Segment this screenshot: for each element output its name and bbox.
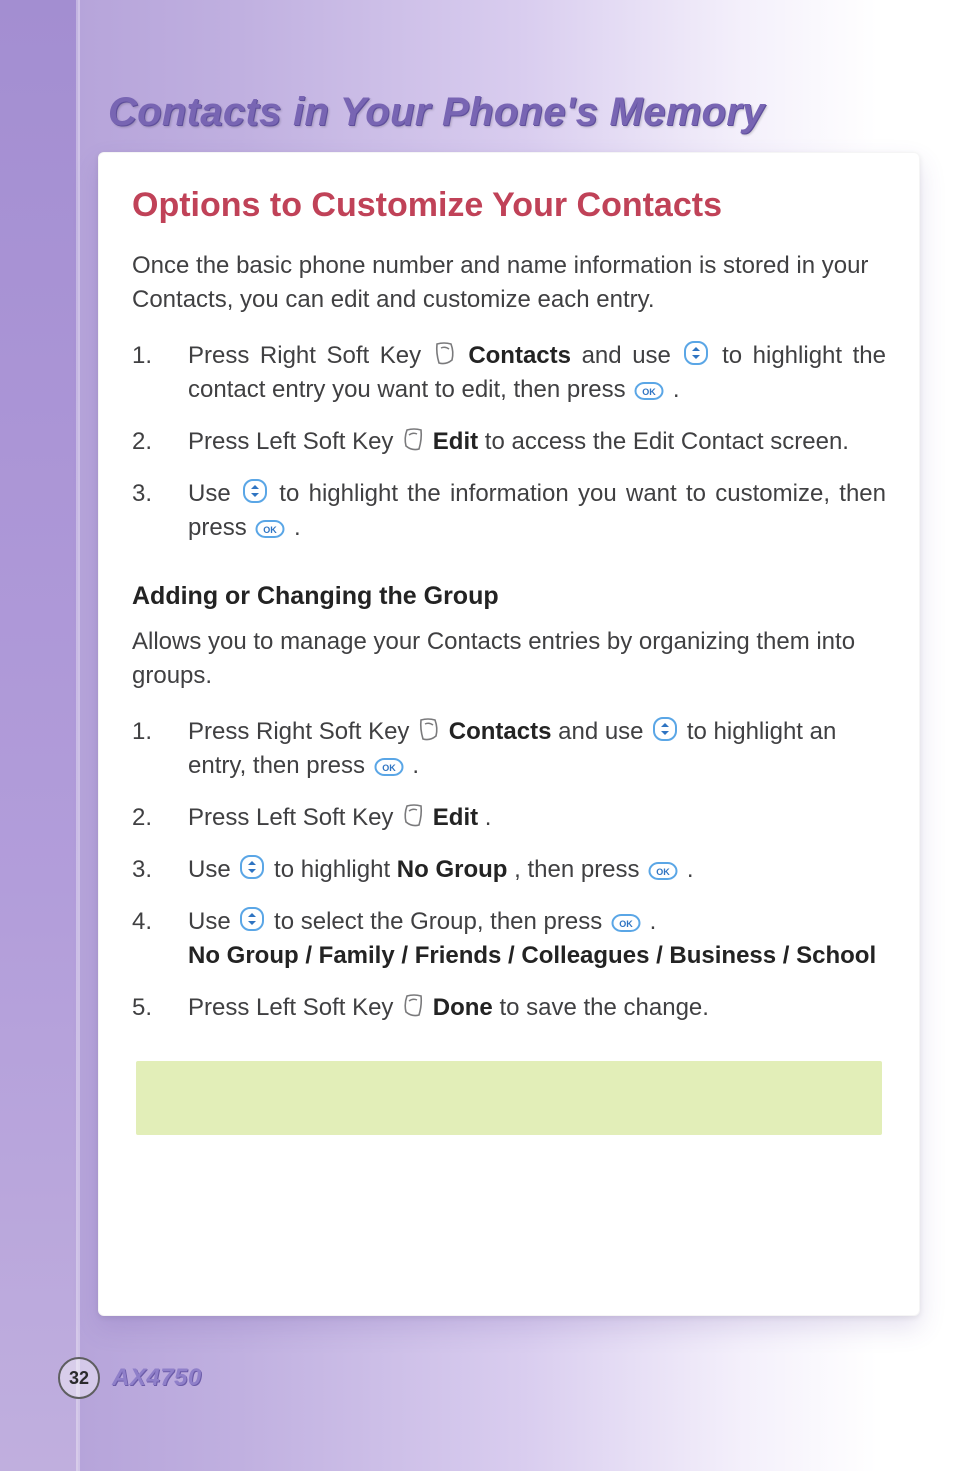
page-title: Contacts in Your Phone's Memory [108, 90, 914, 135]
svg-text:OK: OK [619, 919, 633, 929]
text: . [673, 376, 680, 403]
nav-updown-icon [683, 339, 709, 367]
text: . [687, 856, 694, 883]
text: to save the change. [499, 994, 708, 1021]
section-intro-2: Allows you to manage your Contacts entri… [132, 625, 886, 693]
step-1-1: Press Right Soft Key Contacts and use to… [132, 339, 886, 407]
text: and use [582, 342, 682, 369]
group-options: No Group / Family / Friends / Colleagues… [188, 942, 876, 969]
text: to select the Group, then press [274, 908, 609, 935]
left-soft-key-icon [402, 803, 424, 829]
section-intro-1: Once the basic phone number and name inf… [132, 249, 886, 317]
page-number-badge: 32 [58, 1357, 100, 1399]
text: Use [188, 908, 237, 935]
step-2-3: Use to highlight No Group , then press O… [132, 853, 886, 887]
text: Press Left Soft Key [188, 428, 400, 455]
text: Press Right Soft Key [188, 342, 432, 369]
steps-list-1: Press Right Soft Key Contacts and use to… [132, 339, 886, 545]
text: Press Left Soft Key [188, 804, 400, 831]
ok-key-icon: OK [634, 381, 664, 401]
text: and use [558, 718, 650, 745]
step-2-4: Use to select the Group, then press OK .… [132, 905, 886, 973]
svg-text:OK: OK [382, 763, 396, 773]
ok-key-icon: OK [374, 757, 404, 777]
text: . [294, 514, 301, 541]
sub-heading-group: Adding or Changing the Group [132, 582, 886, 611]
step-1-2: Press Left Soft Key Edit to access the E… [132, 425, 886, 459]
text: Press Right Soft Key [188, 718, 416, 745]
nav-updown-icon [242, 477, 268, 505]
step-2-1: Press Right Soft Key Contacts and use to… [132, 715, 886, 783]
content-card: Options to Customize Your Contacts Once … [98, 152, 920, 1316]
right-soft-key-icon [434, 341, 456, 367]
label-edit: Edit [433, 804, 478, 831]
text: . [650, 908, 657, 935]
right-soft-key-icon [418, 717, 440, 743]
section-heading-options: Options to Customize Your Contacts [132, 186, 886, 225]
text: , then press [514, 856, 646, 883]
note-box [136, 1061, 882, 1135]
ok-key-icon: OK [648, 861, 678, 881]
text: to highlight the information you want to… [188, 480, 886, 541]
step-2-2: Press Left Soft Key Edit . [132, 801, 886, 835]
left-soft-key-icon [402, 993, 424, 1019]
label-done: Done [433, 994, 493, 1021]
left-decorative-band [0, 0, 78, 1471]
text: to access the Edit Contact screen. [485, 428, 849, 455]
svg-text:OK: OK [643, 387, 657, 397]
label-edit: Edit [433, 428, 478, 455]
steps-list-2: Press Right Soft Key Contacts and use to… [132, 715, 886, 1026]
text: to highlight [274, 856, 397, 883]
text: . [412, 752, 419, 779]
svg-text:OK: OK [264, 525, 278, 535]
svg-text:OK: OK [656, 867, 670, 877]
left-soft-key-icon [402, 427, 424, 453]
nav-updown-icon [652, 715, 678, 743]
label-contacts: Contacts [449, 718, 552, 745]
text: Press Left Soft Key [188, 994, 400, 1021]
label-contacts: Contacts [468, 342, 571, 369]
text: . [485, 804, 492, 831]
ok-key-icon: OK [255, 519, 285, 539]
page-footer: 32 AX4750 [58, 1357, 202, 1399]
text: Use [188, 480, 240, 507]
model-label: AX4750 [112, 1364, 202, 1392]
nav-updown-icon [239, 905, 265, 933]
label-no-group: No Group [397, 856, 508, 883]
text: Use [188, 856, 237, 883]
step-1-3: Use to highlight the information you wan… [132, 477, 886, 545]
ok-key-icon: OK [611, 913, 641, 933]
step-2-5: Press Left Soft Key Done to save the cha… [132, 991, 886, 1025]
nav-updown-icon [239, 853, 265, 881]
